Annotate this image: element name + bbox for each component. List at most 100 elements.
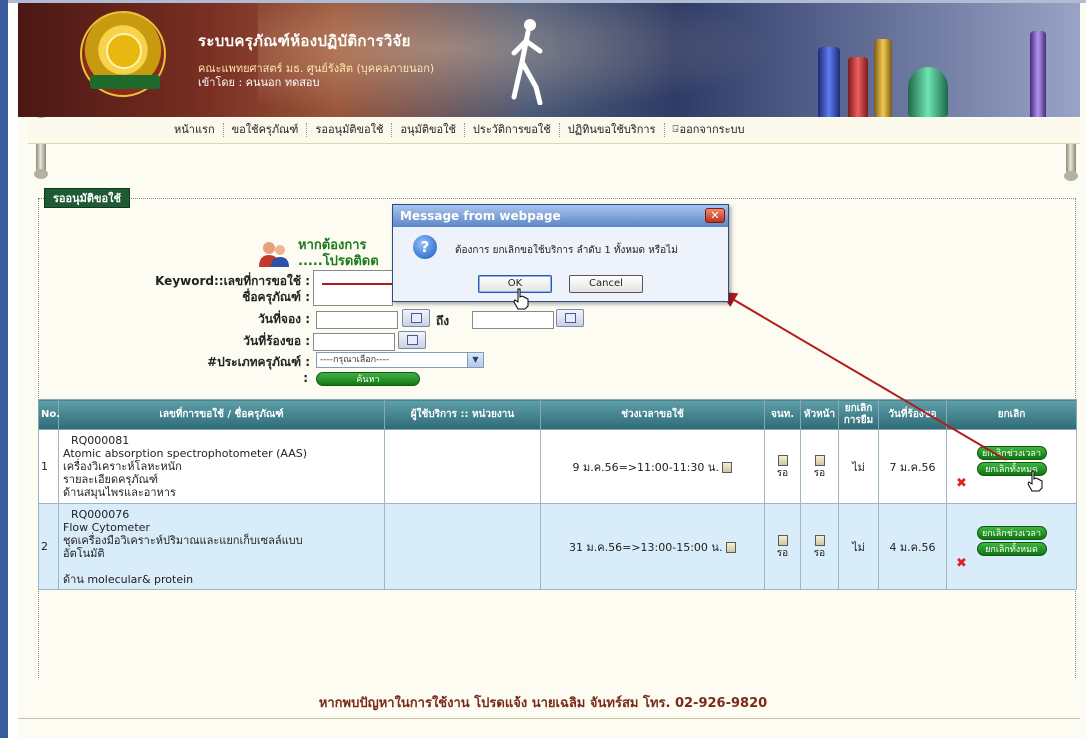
confirm-dialog: Message from webpage ✕ ? ต้องการ ยกเลิกข…	[392, 204, 729, 302]
search-colon: :	[303, 371, 308, 385]
equipment-type-select[interactable]: ----กรุณาเลือก---- ▼	[316, 352, 484, 368]
footer-contact: หากพบปัญหาในการใช้งาน โปรดแจ้ง นายเฉลิม …	[318, 696, 768, 711]
row-request-date: 4 ม.ค.56	[878, 503, 947, 590]
window-left-border	[0, 0, 8, 738]
row-cancel: ยกเลิกช่วงเวลา ยกเลิกทั้งหมด ✖	[946, 429, 1077, 504]
dialog-message: ต้องการ ยกเลิกขอใช้บริการ ลำดับ 1 ทั้งหม…	[455, 245, 678, 256]
table-header-row: No. เลขที่การขอใช้ / ชื่อครุภัณฑ์ ผู้ใช้…	[38, 399, 1077, 430]
col-cancel-borrow: ยกเลิก การยืม	[838, 399, 879, 430]
hourglass-icon	[814, 535, 825, 546]
contact-note: หากต้องการ .....โปรดติดต	[298, 238, 379, 270]
row-officer: รอ	[764, 429, 801, 504]
table-row: 1 RQ000081 Atomic absorption spectrophot…	[38, 429, 1077, 504]
people-icon	[259, 242, 289, 267]
nav-logout[interactable]: ⍈ ออกจากระบบ	[665, 123, 753, 137]
col-request-date: วันที่ร้องขอ	[878, 399, 947, 430]
row-user	[384, 503, 541, 590]
equipment-desc: เครื่องวิเคราะห์โลหะหนัก	[63, 460, 182, 473]
to-label: ถึง	[436, 314, 450, 328]
officer-status: รอ	[776, 547, 789, 559]
request-date-label: วันที่ร้องขอ :	[243, 334, 310, 348]
booking-date-from-input[interactable]	[316, 311, 398, 329]
table-row: 2 RQ000076 Flow Cytometer ชุดเครื่องมือว…	[38, 503, 1077, 590]
nav-calendar[interactable]: ปฏิทินขอใช้บริการ	[560, 123, 665, 137]
col-head: หัวหน้า	[800, 399, 839, 430]
request-date-input[interactable]	[313, 333, 395, 351]
row-user	[384, 429, 541, 504]
lab-tube-icon	[874, 39, 892, 117]
request-code: RQ000076	[71, 507, 130, 521]
equipment-type-value: ----กรุณาเลือก----	[320, 355, 390, 365]
main-nav: หน้าแรก ขอใช้ครุภัณฑ์ รออนุมัติขอใช้ อนุ…	[28, 118, 1080, 144]
col-time: ช่วงเวลาขอใช้	[540, 399, 765, 430]
equipment-detail-link[interactable]: รายละเอียดครุภัณฑ์	[63, 473, 380, 486]
delete-icon[interactable]: ✖	[956, 477, 970, 490]
equipment-name-label: ชื่อครุภัณฑ์ :	[242, 290, 310, 304]
lab-flask-icon	[908, 67, 948, 117]
chevron-down-icon: ▼	[467, 353, 483, 367]
row-head: รอ	[800, 503, 839, 590]
keyword-input[interactable]	[313, 270, 393, 306]
hand-cursor-icon	[1027, 470, 1043, 492]
nav-logout-label: ออกจากระบบ	[679, 123, 745, 136]
cancel-timeslot-button[interactable]: ยกเลิกช่วงเวลา	[976, 445, 1047, 460]
cancel-all-button[interactable]: ยกเลิกทั้งหมด	[976, 541, 1047, 556]
delete-icon[interactable]: ✖	[956, 557, 970, 570]
col-no: No.	[38, 399, 60, 430]
question-icon: ?	[413, 235, 437, 259]
calendar-icon[interactable]	[402, 309, 430, 327]
booking-date-label: วันที่จอง :	[258, 312, 310, 326]
contact-line1: หากต้องการ	[298, 238, 367, 253]
hourglass-icon	[777, 455, 788, 466]
cancel-timeslot-button[interactable]: ยกเลิกช่วงเวลา	[976, 525, 1047, 540]
col-cancel: ยกเลิก	[946, 399, 1077, 430]
logged-in-user: เข้าโดย : คนนอก ทดสอบ	[198, 76, 320, 89]
row-no: 1	[38, 429, 59, 504]
col-user: ผู้ใช้บริการ :: หน่วยงาน	[384, 399, 541, 430]
hand-cursor-icon	[513, 288, 529, 310]
time-slot: 9 ม.ค.56=>11:00-11:30 น.	[572, 460, 719, 474]
booking-date-to-input[interactable]	[472, 311, 554, 329]
equipment-name: Atomic absorption spectrophotometer (AAS…	[63, 447, 308, 460]
cancel-button[interactable]: Cancel	[569, 275, 643, 293]
time-slot: 31 ม.ค.56=>13:00-15:00 น.	[569, 540, 723, 554]
runner-icon	[511, 19, 543, 105]
section-title: รออนุมัติขอใช้	[44, 188, 130, 208]
nav-request[interactable]: ขอใช้ครุภัณฑ์	[224, 123, 308, 137]
close-icon[interactable]: ✕	[705, 208, 725, 223]
logout-icon: ⍈	[672, 124, 679, 135]
row-no: 2	[38, 503, 59, 590]
row-time: 9 ม.ค.56=>11:00-11:30 น.	[540, 429, 765, 504]
row-request-date: 7 ม.ค.56	[878, 429, 947, 504]
equipment-name: Flow Cytometer	[63, 520, 150, 534]
equipment-desc: ชุดเครื่องมือวิเคราะห์ปริมาณและแยกเก็บเซ…	[63, 533, 303, 547]
row-cancel-borrow: ไม่	[838, 429, 879, 504]
faculty-seal-icon	[80, 11, 166, 97]
hourglass-icon	[777, 535, 788, 546]
site-title: ระบบครุภัณฑ์ห้องปฏิบัติการวิจัย	[198, 32, 411, 50]
nav-approved[interactable]: อนุมัติขอใช้	[392, 123, 465, 137]
lab-tube-icon	[1030, 31, 1046, 117]
lab-tube-icon	[818, 47, 840, 117]
nav-pending[interactable]: รออนุมัติขอใช้	[307, 123, 393, 137]
row-cancel: ยกเลิกช่วงเวลา ยกเลิกทั้งหมด ✖	[946, 503, 1077, 590]
calendar-icon[interactable]	[398, 331, 426, 349]
row-time: 31 ม.ค.56=>13:00-15:00 น.	[540, 503, 765, 590]
nav-home[interactable]: หน้าแรก	[166, 123, 224, 137]
dialog-title-bar: Message from webpage ✕	[393, 205, 728, 227]
head-status: รอ	[813, 547, 826, 559]
request-code: RQ000081	[71, 434, 130, 447]
officer-status: รอ	[776, 467, 789, 479]
equipment-category: ด้าน molecular& protein	[63, 572, 194, 586]
contact-line2: .....โปรดติดต	[298, 254, 379, 269]
hourglass-icon	[722, 462, 733, 473]
equipment-type-label: #ประเภทครุภัณฑ์ :	[207, 355, 310, 369]
equipment-category: ด้านสมุนไพรและอาหาร	[63, 486, 176, 499]
dialog-title: Message from webpage	[400, 209, 561, 223]
seal-ribbon	[90, 75, 160, 89]
request-table: No. เลขที่การขอใช้ / ชื่อครุภัณฑ์ ผู้ใช้…	[38, 399, 1077, 590]
search-button[interactable]: ค้นหา	[316, 372, 420, 386]
calendar-icon[interactable]	[556, 309, 584, 327]
row-officer: รอ	[764, 503, 801, 590]
nav-history[interactable]: ประวัติการขอใช้	[465, 123, 560, 137]
